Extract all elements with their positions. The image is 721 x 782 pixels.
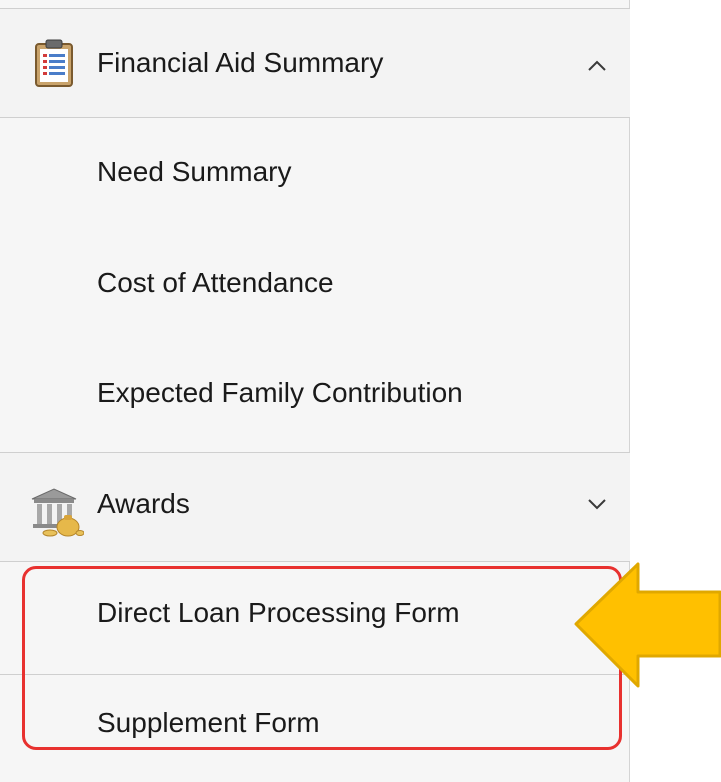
nav-item-expected-family-contribution[interactable]: Expected Family Contribution xyxy=(0,338,630,446)
nav-item-label: Cost of Attendance xyxy=(97,267,334,298)
nav-item-supplement-form[interactable]: Supplement Form xyxy=(0,676,630,782)
nav-item-label: Direct Loan Processing Form xyxy=(97,597,460,628)
nav-item-label: Supplement Form xyxy=(97,707,320,738)
nav-group-label: Financial Aid Summary xyxy=(97,47,384,78)
nav-group-financial-aid-summary[interactable]: Financial Aid Summary xyxy=(0,8,630,118)
nav-item-need-summary[interactable]: Need Summary xyxy=(0,120,630,228)
nav-item-label: Need Summary xyxy=(97,156,292,187)
nav-group-label: Awards xyxy=(97,488,190,519)
clipboard-list-icon xyxy=(28,37,80,89)
chevron-up-icon[interactable] xyxy=(586,55,608,77)
chevron-down-icon[interactable] xyxy=(586,493,608,515)
nav-item-label: Expected Family Contribution xyxy=(97,377,463,408)
bank-moneybag-icon xyxy=(28,483,85,537)
arrow-left-icon xyxy=(574,562,721,688)
nav-group-awards[interactable]: Awards xyxy=(0,452,630,562)
nav-item-cost-of-attendance[interactable]: Cost of Attendance xyxy=(0,228,630,336)
page: Financial Aid Summary Need Summary Cost … xyxy=(0,0,721,782)
left-navigation-panel: Financial Aid Summary Need Summary Cost … xyxy=(0,0,630,782)
nav-item-direct-loan-processing-form[interactable]: Direct Loan Processing Form xyxy=(0,563,630,675)
